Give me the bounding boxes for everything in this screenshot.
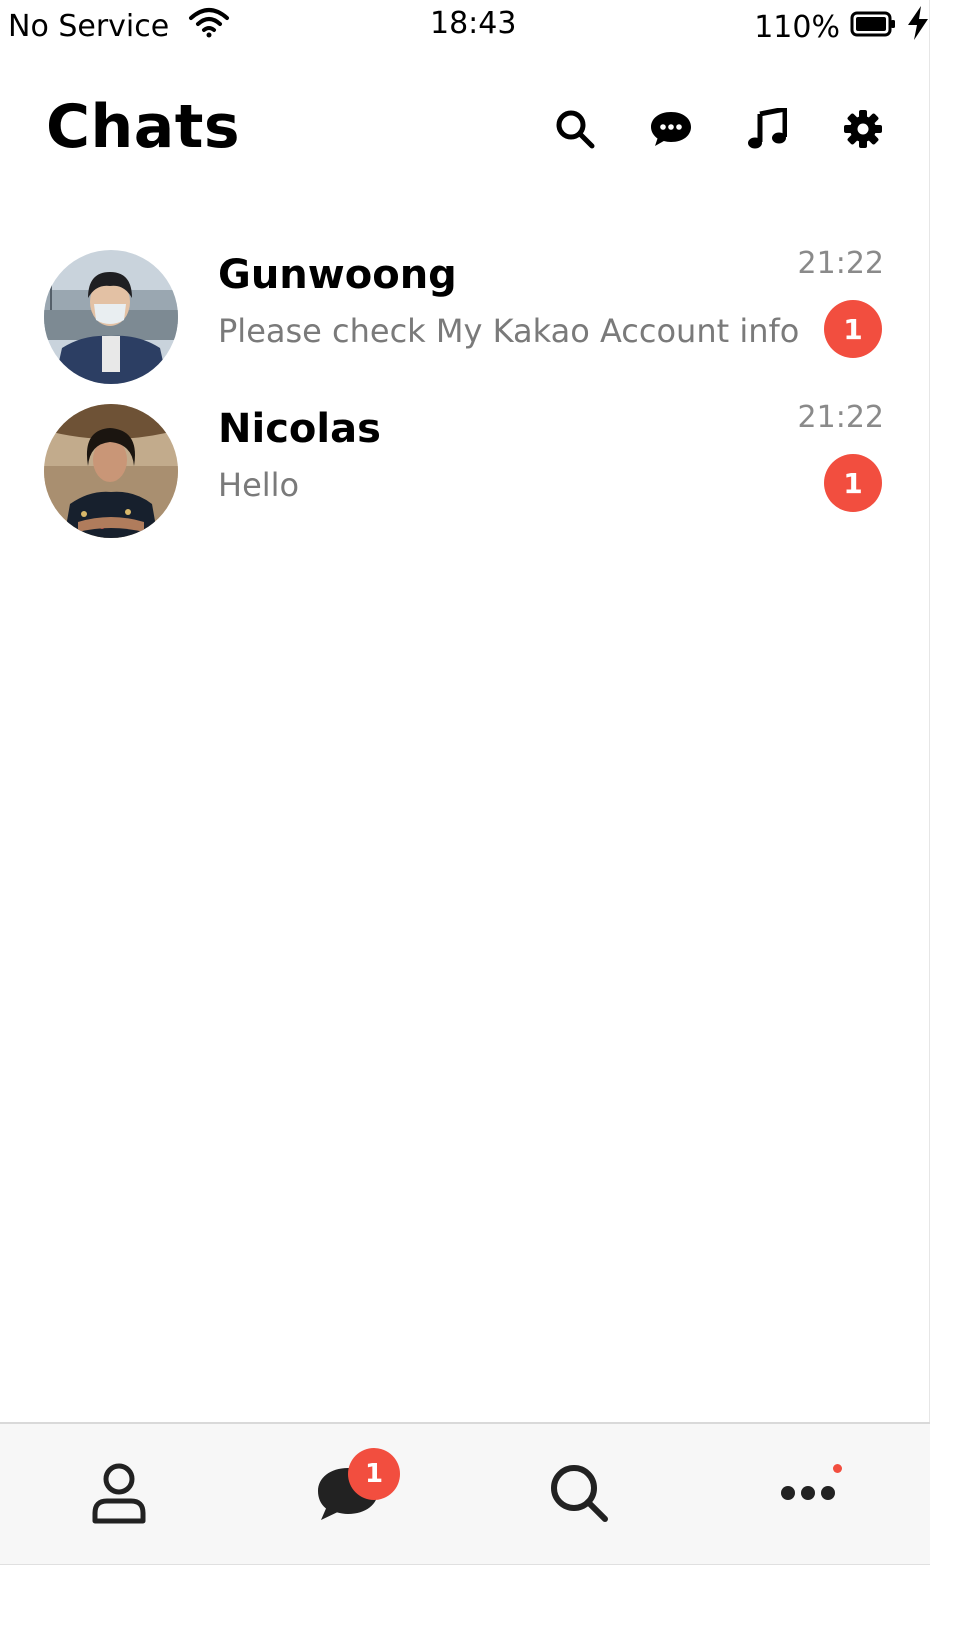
header-actions [554, 108, 884, 150]
wifi-icon [187, 6, 231, 46]
tab-friends[interactable] [3, 1424, 235, 1566]
chat-preview: Please check My Kakao Account info [218, 312, 800, 350]
music-note-icon[interactable] [746, 108, 788, 150]
chat-preview: Hello [218, 466, 300, 504]
person-icon [91, 1461, 147, 1529]
avatar [44, 404, 178, 538]
status-time: 18:43 [430, 6, 517, 41]
chat-time: 21:22 [797, 246, 884, 281]
chat-row-gunwoong[interactable]: Gunwoong Please check My Kakao Account i… [44, 246, 884, 404]
chats-header: Chats [46, 92, 884, 172]
home-indicator-area [0, 1564, 930, 1631]
charging-bolt-icon [906, 6, 930, 48]
unread-badge: 1 [824, 300, 882, 358]
chat-time: 21:22 [797, 400, 884, 435]
chat-name: Nicolas [218, 406, 381, 452]
notification-dot [833, 1464, 842, 1473]
bottom-tab-bar: 1 [0, 1422, 930, 1566]
page-title: Chats [46, 92, 241, 162]
avatar [44, 250, 178, 384]
tab-chats[interactable]: 1 [232, 1424, 464, 1566]
battery-icon [850, 10, 896, 45]
window-edge [929, 0, 968, 1630]
chat-name: Gunwoong [218, 252, 457, 298]
battery-label: 110% [754, 9, 840, 45]
chat-row-nicolas[interactable]: Nicolas Hello 21:22 1 [44, 400, 884, 558]
chat-bubble-icon[interactable] [650, 108, 692, 150]
tab-search[interactable] [463, 1424, 695, 1566]
status-left: No Service [8, 6, 231, 46]
search-icon [547, 1461, 611, 1529]
more-dots-icon [780, 1485, 836, 1505]
search-icon[interactable] [554, 108, 596, 150]
carrier-label: No Service [8, 8, 170, 44]
status-bar: No Service 18:43 110% [0, 0, 930, 52]
unread-badge: 1 [824, 454, 882, 512]
chat-list: Gunwoong Please check My Kakao Account i… [44, 246, 884, 558]
status-right: 110% [754, 6, 930, 48]
tab-unread-badge: 1 [348, 1448, 400, 1500]
tab-more[interactable] [692, 1424, 924, 1566]
gear-icon[interactable] [842, 108, 884, 150]
